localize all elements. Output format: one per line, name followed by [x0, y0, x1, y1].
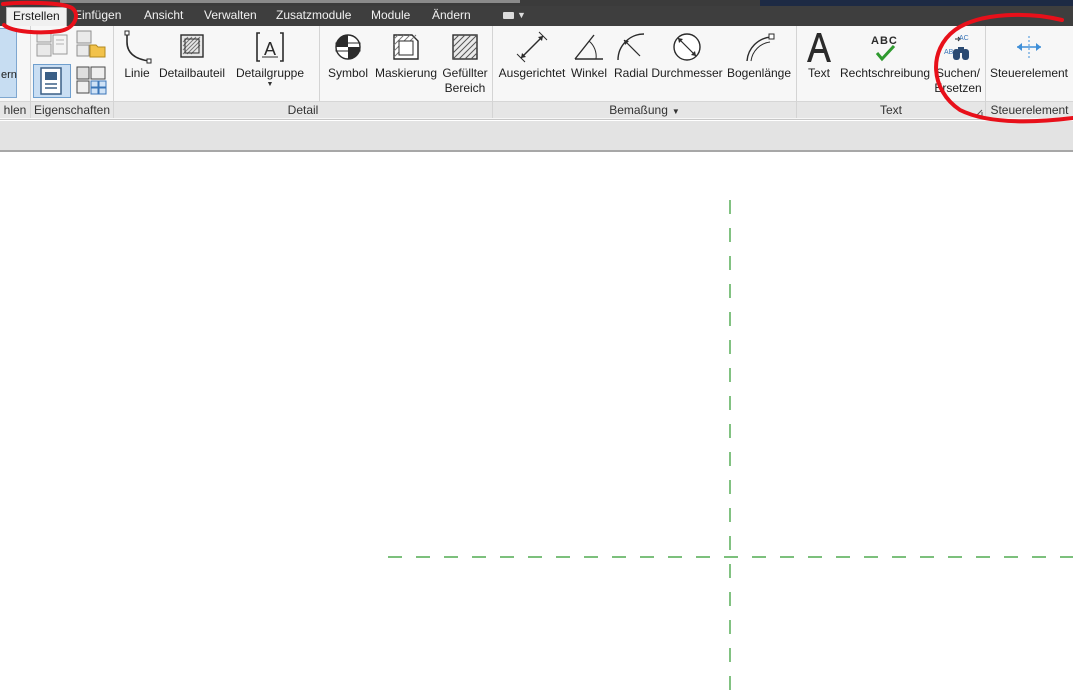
partial-select-button[interactable]: ern	[0, 28, 17, 98]
text-label: Text	[807, 66, 830, 80]
tab-verwalten[interactable]: Verwalten	[204, 6, 257, 26]
diameter-dimension-button[interactable]: Durchmesser	[651, 30, 723, 81]
arc-length-dimension-button[interactable]: Bogenlänge	[726, 30, 792, 81]
text-button[interactable]: Text	[802, 30, 836, 81]
properties-button[interactable]	[33, 64, 71, 98]
radial-dimension-label: Radial	[613, 66, 649, 80]
aligned-dimension-icon	[516, 31, 548, 63]
symbol-label: Symbol	[327, 66, 368, 80]
ribbon-minimize-toggle[interactable]: ▼	[500, 8, 528, 24]
reference-planes	[388, 200, 1073, 697]
type-properties-button[interactable]	[35, 29, 69, 59]
detail-line-button[interactable]: Linie	[120, 30, 154, 81]
panel-label-text-text: Text	[879, 103, 902, 117]
masking-region-icon	[393, 34, 419, 60]
find-icon-text-top: AC	[959, 35, 969, 42]
detail-line-icon	[124, 30, 152, 64]
aligned-dimension-button[interactable]: Ausgerichtet	[498, 30, 566, 81]
panel-label-select: hlen	[0, 101, 30, 118]
angular-dimension-label: Winkel	[570, 66, 607, 80]
text-panel-settings-icon[interactable]	[975, 106, 983, 117]
masking-region-label: Maskierung	[374, 66, 438, 80]
ribbon: ern hlen Eigenschaften Linie Detailbaute…	[0, 26, 1073, 120]
dropdown-arrow-icon: ▼	[266, 81, 274, 88]
diameter-dimension-icon	[673, 33, 701, 61]
options-bar	[0, 121, 1073, 152]
panel-label-properties-text: Eigenschaften	[33, 103, 111, 117]
arc-length-dimension-icon	[746, 33, 775, 62]
svg-text:A: A	[264, 39, 276, 59]
family-folder-icon	[76, 30, 106, 58]
filled-region-button[interactable]: Gefüllter Bereich	[440, 30, 490, 96]
symbol-button[interactable]: Symbol	[326, 30, 370, 81]
detail-component-icon	[180, 34, 204, 58]
diameter-dimension-label: Durchmesser	[651, 66, 723, 80]
aligned-dimension-label: Ausgerichtet	[498, 66, 566, 80]
ribbon-tab-bar: Erstellen Einfügen Ansicht Verwalten Zus…	[0, 6, 1073, 26]
detail-component-label: Detailbauteil	[158, 66, 226, 80]
tab-module[interactable]: Module	[371, 6, 410, 26]
text-icon	[807, 33, 831, 62]
panel-label-text: Text	[797, 101, 985, 118]
chevron-down-icon: ▼	[517, 10, 526, 20]
panel-label-detail: Detail	[114, 101, 492, 118]
arc-length-dimension-label: Bogenlänge	[726, 66, 792, 80]
filled-region-label-2: Bereich	[444, 81, 486, 95]
detail-group-label: Detailgruppe	[235, 66, 305, 80]
spelling-label: Rechtschreibung	[840, 66, 931, 80]
filled-region-label-1: Gefüllter	[442, 66, 488, 80]
type-selector-button[interactable]	[75, 64, 109, 98]
spelling-icon-text: ABC	[871, 35, 898, 47]
panel-label-control-text: Steuerelement	[990, 103, 1069, 117]
control-icon	[1017, 36, 1041, 58]
type-selector-icon	[76, 66, 107, 95]
panel-label-dimension-text: Bemaßung	[609, 103, 668, 117]
panel-label-select-text: hlen	[3, 103, 27, 117]
detail-component-button[interactable]: Detailbauteil	[158, 30, 226, 81]
type-properties-icon	[36, 30, 68, 57]
tab-erstellen[interactable]: Erstellen	[6, 7, 67, 26]
panel-label-control: Steuerelement	[986, 101, 1073, 118]
tab-einfuegen[interactable]: Einfügen	[74, 6, 121, 26]
tab-zusatzmodule[interactable]: Zusatzmodule	[276, 6, 351, 26]
control-label: Steuerelement	[989, 66, 1069, 80]
angular-dimension-icon	[574, 34, 603, 60]
chevron-down-icon: ▼	[671, 107, 680, 116]
detail-line-label: Linie	[124, 66, 150, 80]
panel-label-properties: Eigenschaften	[31, 101, 113, 118]
properties-icon	[40, 67, 62, 95]
symbol-icon	[335, 34, 361, 60]
panel-label-dimension[interactable]: Bemaßung ▼	[493, 101, 796, 118]
filled-region-icon	[452, 34, 478, 60]
angular-dimension-button[interactable]: Winkel	[570, 30, 608, 81]
panel-label-detail-text: Detail	[287, 103, 319, 117]
detail-group-button[interactable]: A Detailgruppe ▼	[234, 30, 306, 89]
control-button[interactable]: Steuerelement	[989, 30, 1069, 81]
radial-dimension-button[interactable]: Radial	[612, 30, 650, 81]
find-replace-label-1: Suchen/	[935, 66, 981, 80]
detail-group-icon: A	[256, 32, 284, 62]
masking-region-button[interactable]: Maskierung	[373, 30, 439, 81]
title-strip-highlight	[60, 0, 520, 3]
tab-aendern[interactable]: Ändern	[432, 6, 471, 26]
find-replace-label-2: Ersetzen	[934, 81, 982, 95]
radial-dimension-icon	[617, 33, 645, 61]
panel-toggle-icon	[503, 12, 514, 19]
family-folder-button[interactable]	[75, 29, 107, 59]
find-replace-icon	[953, 36, 969, 60]
find-icon-text-bottom: AB	[944, 49, 954, 56]
tab-ansicht[interactable]: Ansicht	[144, 6, 183, 26]
partial-select-label: ern	[1, 69, 17, 81]
drawing-area[interactable]	[0, 154, 1073, 697]
find-replace-button[interactable]: AC AB Suchen/ Ersetzen	[934, 30, 982, 96]
spelling-button[interactable]: ABC Rechtschreibung	[840, 30, 930, 81]
